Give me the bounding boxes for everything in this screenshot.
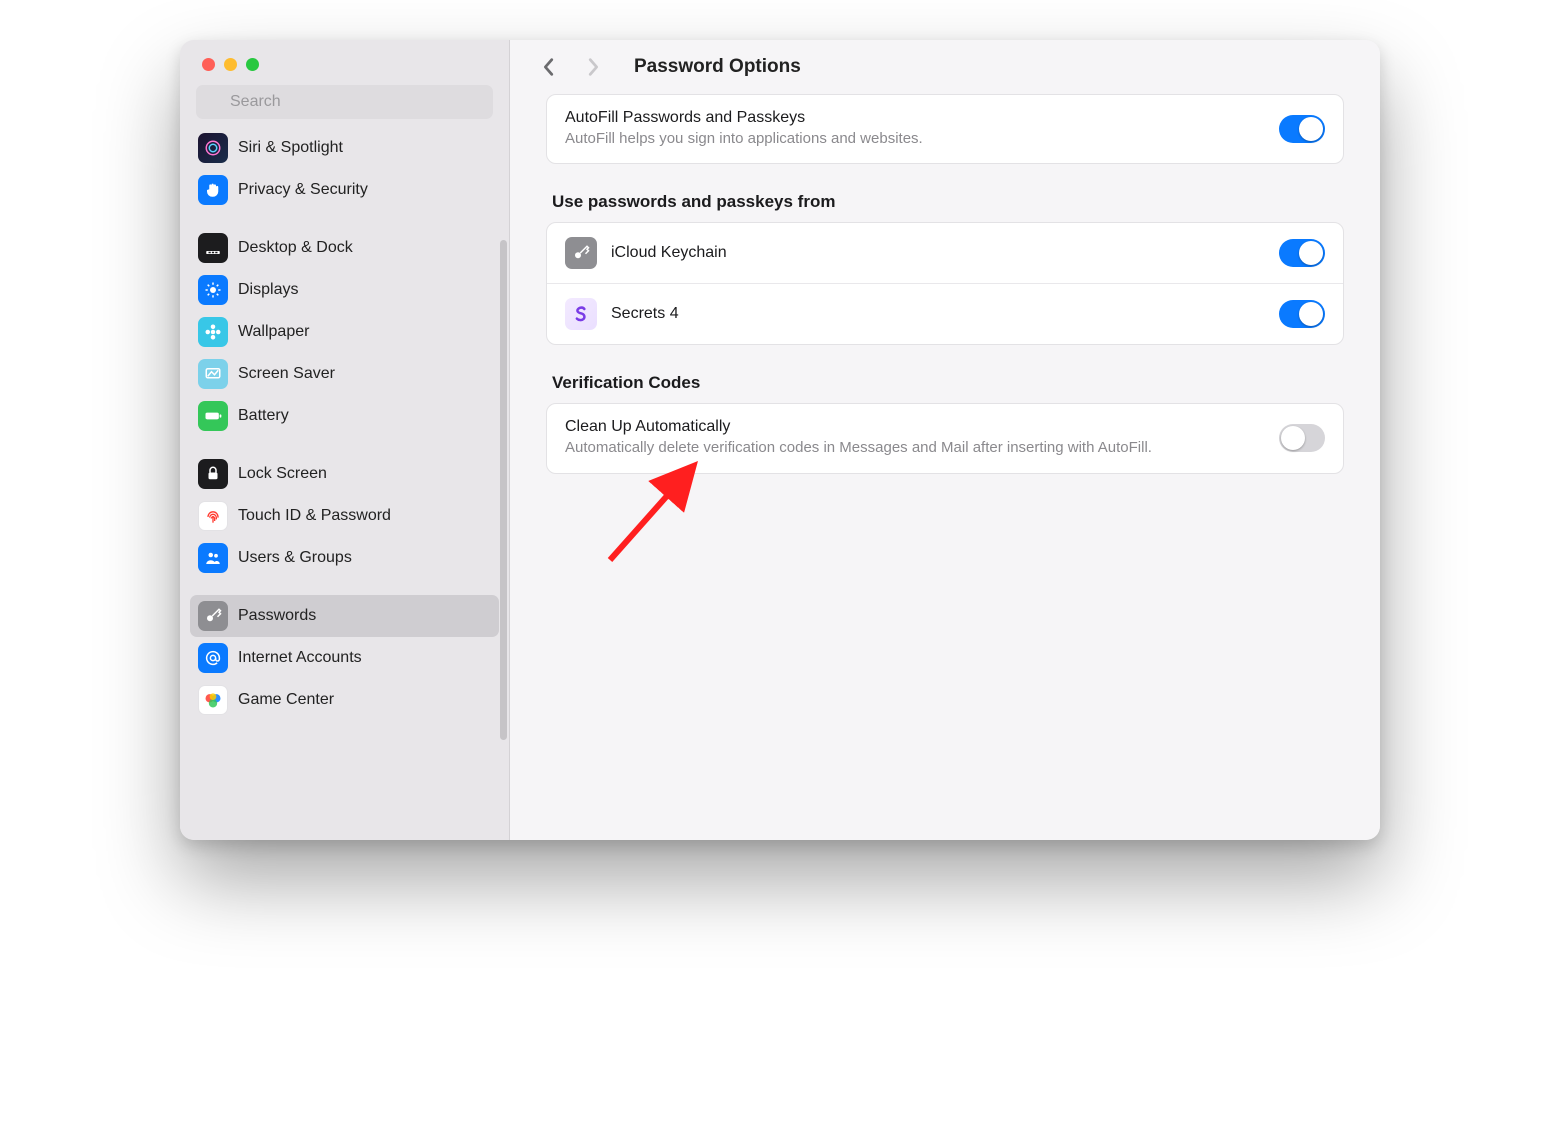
- provider-row-secrets4: Secrets 4: [547, 283, 1343, 344]
- settings-window: Siri & Spotlight Privacy & Security Desk…: [180, 40, 1380, 840]
- autofill-subtitle: AutoFill helps you sign into application…: [565, 129, 1265, 149]
- sidebar-item-screen-saver[interactable]: Screen Saver: [190, 353, 499, 395]
- sidebar-item-label: Internet Accounts: [238, 649, 362, 667]
- sidebar-item-users-groups[interactable]: Users & Groups: [190, 537, 499, 579]
- sidebar-item-desktop-dock[interactable]: Desktop & Dock: [190, 227, 499, 269]
- sidebar-item-label: Lock Screen: [238, 465, 327, 483]
- sidebar-item-label: Desktop & Dock: [238, 239, 353, 257]
- at-icon: [198, 643, 228, 673]
- lock-icon: [198, 459, 228, 489]
- screensaver-icon: [198, 359, 228, 389]
- cleanup-toggle[interactable]: [1279, 424, 1325, 452]
- hand-icon: [198, 175, 228, 205]
- fullscreen-window-button[interactable]: [246, 58, 259, 71]
- sidebar-item-wallpaper[interactable]: Wallpaper: [190, 311, 499, 353]
- close-window-button[interactable]: [202, 58, 215, 71]
- sidebar-item-game-center[interactable]: Game Center: [190, 679, 499, 721]
- providers-section-label: Use passwords and passkeys from: [552, 192, 1344, 212]
- provider-row-icloud-keychain: iCloud Keychain: [547, 223, 1343, 283]
- sidebar-item-touchid-password[interactable]: Touch ID & Password: [190, 495, 499, 537]
- verification-section-label: Verification Codes: [552, 373, 1344, 393]
- minimize-window-button[interactable]: [224, 58, 237, 71]
- sidebar: Siri & Spotlight Privacy & Security Desk…: [180, 40, 510, 840]
- sidebar-item-displays[interactable]: Displays: [190, 269, 499, 311]
- sidebar-item-label: Screen Saver: [238, 365, 335, 383]
- page-title: Password Options: [634, 56, 801, 78]
- provider-name: iCloud Keychain: [611, 244, 1265, 262]
- sidebar-item-label: Battery: [238, 407, 289, 425]
- sidebar-item-label: Privacy & Security: [238, 181, 368, 199]
- cleanup-subtitle: Automatically delete verification codes …: [565, 438, 1265, 458]
- back-button[interactable]: [538, 56, 560, 78]
- provider-name: Secrets 4: [611, 305, 1265, 323]
- sidebar-item-lock-screen[interactable]: Lock Screen: [190, 453, 499, 495]
- keychain-icon: [565, 237, 597, 269]
- secrets4-toggle[interactable]: [1279, 300, 1325, 328]
- icloud-keychain-toggle[interactable]: [1279, 239, 1325, 267]
- verification-card: Clean Up Automatically Automatically del…: [546, 403, 1344, 473]
- sidebar-item-label: Users & Groups: [238, 549, 352, 567]
- autofill-toggle[interactable]: [1279, 115, 1325, 143]
- secrets-icon: [565, 298, 597, 330]
- autofill-card: AutoFill Passwords and Passkeys AutoFill…: [546, 94, 1344, 164]
- sidebar-item-label: Passwords: [238, 607, 316, 625]
- sidebar-list[interactable]: Siri & Spotlight Privacy & Security Desk…: [180, 127, 509, 840]
- flower-icon: [198, 317, 228, 347]
- header: Password Options: [510, 40, 1380, 88]
- autofill-title: AutoFill Passwords and Passkeys: [565, 109, 1265, 127]
- sidebar-item-label: Touch ID & Password: [238, 507, 391, 525]
- providers-card: iCloud Keychain Secrets 4: [546, 222, 1344, 345]
- forward-button[interactable]: [582, 56, 604, 78]
- window-controls: [180, 40, 509, 85]
- brightness-icon: [198, 275, 228, 305]
- sidebar-item-siri-spotlight[interactable]: Siri & Spotlight: [190, 127, 499, 169]
- search-input[interactable]: [196, 85, 493, 119]
- sidebar-item-privacy-security[interactable]: Privacy & Security: [190, 169, 499, 211]
- sidebar-item-passwords[interactable]: Passwords: [190, 595, 499, 637]
- cleanup-title: Clean Up Automatically: [565, 418, 1265, 436]
- fingerprint-icon: [198, 501, 228, 531]
- sidebar-item-label: Game Center: [238, 691, 334, 709]
- siri-icon: [198, 133, 228, 163]
- sidebar-scrollbar[interactable]: [500, 240, 507, 740]
- gamecenter-icon: [198, 685, 228, 715]
- sidebar-item-label: Wallpaper: [238, 323, 309, 341]
- key-icon: [198, 601, 228, 631]
- battery-icon: [198, 401, 228, 431]
- sidebar-item-battery[interactable]: Battery: [190, 395, 499, 437]
- sidebar-item-label: Siri & Spotlight: [238, 139, 343, 157]
- users-icon: [198, 543, 228, 573]
- sidebar-item-internet-accounts[interactable]: Internet Accounts: [190, 637, 499, 679]
- dock-icon: [198, 233, 228, 263]
- main-content: Password Options AutoFill Passwords and …: [510, 40, 1380, 840]
- sidebar-item-label: Displays: [238, 281, 298, 299]
